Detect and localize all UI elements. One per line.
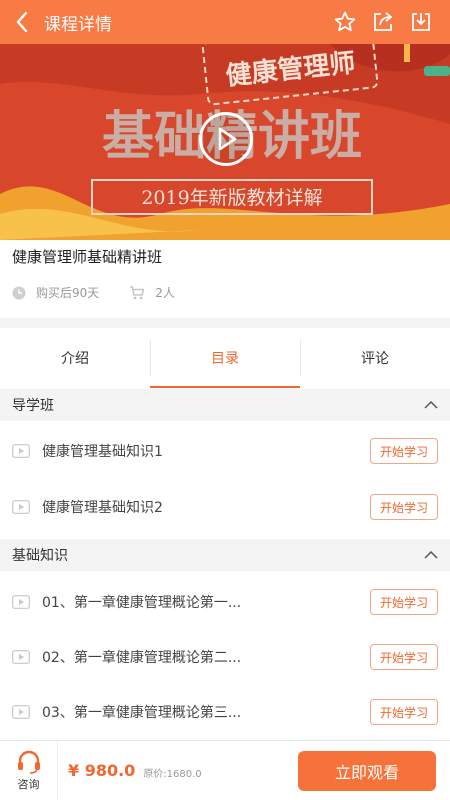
cart-icon [130, 285, 145, 299]
header-actions [326, 0, 440, 44]
lesson-name: 01、第一章健康管理概论第一... [42, 595, 242, 611]
lesson-item[interactable]: 01、第一章健康管理概论第一... 开始学习 [0, 575, 450, 629]
video-icon [12, 444, 30, 458]
validity-text: 购买后90天 [36, 286, 100, 300]
course-detail-page: 课程详情 健康管理师 基础精讲班 2019年新版教材详解 健康管理师基础精讲班 … [0, 0, 450, 800]
lesson-name: 健康管理基础知识1 [42, 444, 163, 460]
tab-comments[interactable]: 评论 [300, 328, 450, 388]
video-icon [12, 705, 30, 719]
section-separator [0, 318, 450, 328]
lesson-item[interactable]: 健康管理基础知识1 开始学习 [0, 424, 450, 478]
start-learning-button[interactable]: 开始学习 [370, 589, 438, 615]
tab-divider [300, 340, 301, 376]
back-icon [16, 11, 28, 33]
clock-icon [12, 286, 26, 299]
play-icon [218, 127, 237, 151]
course-title: 健康管理师基础精讲班 [12, 248, 163, 266]
video-icon [12, 650, 30, 664]
consult-label: 咨询 [17, 777, 40, 791]
video-icon [12, 500, 30, 514]
banner-sub-text: 2019年新版教材详解 [141, 187, 322, 209]
share-button[interactable] [364, 0, 402, 44]
play-button[interactable] [199, 112, 253, 166]
section-header[interactable]: 导学班 [0, 389, 450, 421]
lesson-item[interactable]: 02、第一章健康管理概论第二... 开始学习 [0, 630, 450, 684]
tab-intro[interactable]: 介绍 [0, 328, 150, 388]
back-button[interactable] [4, 0, 40, 44]
consult-button[interactable]: 咨询 [0, 740, 58, 800]
course-price: ¥ 980.0 [68, 761, 136, 780]
lesson-item[interactable]: 03、第一章健康管理概论第三... 开始学习 [0, 685, 450, 739]
start-learning-button[interactable]: 开始学习 [370, 494, 438, 520]
start-learning-button[interactable]: 开始学习 [370, 644, 438, 670]
page-title: 课程详情 [44, 14, 112, 35]
tab-catalog[interactable]: 目录 [150, 328, 300, 388]
original-price: 原价:1680.0 [143, 769, 202, 780]
bottom-bar: 咨询 ¥ 980.0 原价:1680.0 立即观看 [0, 740, 450, 800]
section-title: 导学班 [12, 398, 54, 414]
course-info: 健康管理师基础精讲班 购买后90天 2人 [0, 240, 450, 318]
headset-icon [17, 750, 40, 774]
chevron-up-icon [424, 550, 438, 559]
tab-bar: 介绍 目录 评论 [0, 328, 450, 388]
download-button[interactable] [402, 0, 440, 44]
watch-now-button[interactable]: 立即观看 [298, 751, 436, 791]
lesson-name: 健康管理基础知识2 [42, 500, 163, 516]
favorite-button[interactable] [326, 0, 364, 44]
validity-info: 购买后90天 [12, 284, 99, 301]
share-icon [374, 12, 392, 31]
star-icon [334, 11, 356, 32]
section-header[interactable]: 基础知识 [0, 539, 450, 571]
chevron-up-icon [424, 400, 438, 409]
top-bar: 课程详情 [0, 0, 450, 44]
download-icon [412, 13, 430, 31]
buyers-info: 2人 [129, 284, 175, 301]
tab-divider [150, 340, 151, 376]
start-learning-button[interactable]: 开始学习 [370, 438, 438, 464]
lesson-name: 03、第一章健康管理概论第三... [42, 705, 242, 721]
section-title: 基础知识 [12, 548, 68, 564]
course-banner[interactable]: 健康管理师 基础精讲班 2019年新版教材详解 [0, 44, 450, 240]
course-meta: 购买后90天 2人 [12, 284, 205, 301]
lesson-name: 02、第一章健康管理概论第二... [42, 650, 242, 666]
video-icon [12, 595, 30, 609]
lesson-item[interactable]: 健康管理基础知识2 开始学习 [0, 480, 450, 534]
buyers-text: 2人 [155, 286, 175, 300]
start-learning-button[interactable]: 开始学习 [370, 699, 438, 725]
